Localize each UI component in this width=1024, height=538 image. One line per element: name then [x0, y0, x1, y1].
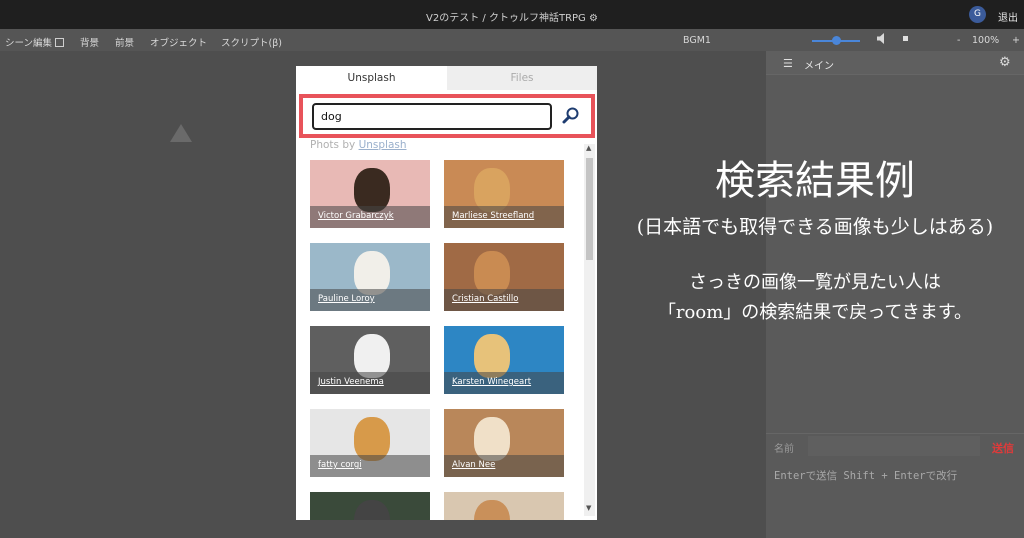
- photographer-link[interactable]: Cristian Castillo: [452, 294, 518, 304]
- chat-name-row: 名前 送信: [766, 433, 1024, 457]
- picker-tabs: Unsplash Files: [296, 66, 597, 90]
- photo-tile[interactable]: [310, 492, 430, 520]
- photographer-link[interactable]: Victor Grabarczyk: [318, 211, 394, 221]
- scroll-down-arrow-icon[interactable]: ▼: [586, 504, 591, 512]
- name-label: 名前: [774, 444, 794, 455]
- chat-message-input[interactable]: Enterで送信 Shift + Enterで改行: [774, 468, 957, 483]
- photo-caption: Marliese Streefland: [444, 206, 564, 228]
- send-button[interactable]: 送信: [992, 440, 1014, 456]
- search-highlight-frame: [299, 94, 595, 138]
- photo-tile[interactable]: [444, 492, 564, 520]
- tab-files[interactable]: Files: [447, 66, 597, 90]
- volume-slider-handle[interactable]: [832, 36, 841, 45]
- room-title: V2のテスト / クトゥルフ神話TRPG ⚙: [426, 13, 598, 24]
- photo-caption: fatty corgi: [310, 455, 430, 477]
- gear-icon[interactable]: ⚙: [999, 55, 1011, 70]
- dog-photo-subject: [474, 500, 510, 520]
- exit-button[interactable]: 退出: [998, 9, 1018, 24]
- credit-prefix: Phots by: [310, 139, 359, 151]
- photo-caption: Justin Veenema: [310, 372, 430, 394]
- scene-edit-label: シーン編集: [5, 38, 53, 49]
- list-icon[interactable]: ☰: [783, 57, 793, 70]
- annotation-line-2: 「room」の検索結果で戻ってきます。: [657, 302, 973, 323]
- photo-grid: Victor Grabarczyk Marliese Streefland Paul…: [296, 160, 582, 520]
- user-avatar[interactable]: G: [969, 6, 986, 23]
- image-picker-dialog: Unsplash Files Phots by Unsplash Victor …: [296, 66, 597, 520]
- photo-tile[interactable]: Cristian Castillo: [444, 243, 564, 311]
- scene-edit-toggle[interactable]: シーン編集: [5, 35, 65, 49]
- annotation-subtitle: (日本語でも取得できる画像も少しはある): [636, 216, 994, 238]
- menu-script[interactable]: スクリプト(β): [221, 35, 282, 49]
- speaker-icon[interactable]: [877, 33, 886, 47]
- photographer-link[interactable]: Alvan Nee: [452, 460, 495, 470]
- photo-tile[interactable]: fatty corgi: [310, 409, 430, 477]
- search-icon: [562, 107, 579, 124]
- photo-caption: Cristian Castillo: [444, 289, 564, 311]
- chat-header: ☰ メイン ⚙: [766, 51, 1024, 75]
- unsplash-link[interactable]: Unsplash: [359, 139, 407, 151]
- chat-panel: ☰ メイン ⚙ 名前 送信 Enterで送信 Shift + Enterで改行: [766, 51, 1024, 538]
- photo-tile[interactable]: Pauline Loroy: [310, 243, 430, 311]
- scene-marker-icon: [170, 124, 192, 142]
- photo-caption: Victor Grabarczyk: [310, 206, 430, 228]
- zoom-in-button[interactable]: +: [1012, 35, 1020, 46]
- stop-icon[interactable]: [903, 36, 908, 41]
- menu-bar: シーン編集 背景 前景 オブジェクト スクリプト(β) BGM1 - 100% …: [0, 29, 1024, 51]
- photo-caption: Alvan Nee: [444, 455, 564, 477]
- photographer-link[interactable]: Karsten Winegeart: [452, 377, 531, 387]
- search-input[interactable]: [312, 103, 552, 130]
- zoom-out-button[interactable]: -: [957, 35, 960, 46]
- tab-unsplash[interactable]: Unsplash: [296, 66, 447, 90]
- photo-tile[interactable]: Marliese Streefland: [444, 160, 564, 228]
- photographer-link[interactable]: fatty corgi: [318, 460, 362, 470]
- photo-caption: Karsten Winegeart: [444, 372, 564, 394]
- photo-caption: Pauline Loroy: [310, 289, 430, 311]
- chat-channel-name[interactable]: メイン: [804, 57, 834, 72]
- photo-tile[interactable]: Alvan Nee: [444, 409, 564, 477]
- menu-background[interactable]: 背景: [80, 35, 99, 49]
- scene-edit-checkbox[interactable]: [55, 38, 65, 47]
- name-input[interactable]: [808, 436, 980, 456]
- photo-tile[interactable]: Victor Grabarczyk: [310, 160, 430, 228]
- annotation-title: 検索結果例: [715, 158, 915, 204]
- photo-tile[interactable]: Karsten Winegeart: [444, 326, 564, 394]
- scroll-thumb[interactable]: [586, 158, 593, 260]
- photographer-link[interactable]: Pauline Loroy: [318, 294, 375, 304]
- scroll-up-arrow-icon[interactable]: ▲: [586, 144, 591, 152]
- annotation-line-1: さっきの画像一覧が見たい人は: [689, 272, 941, 293]
- photographer-link[interactable]: Justin Veenema: [318, 377, 384, 387]
- bgm-label[interactable]: BGM1: [683, 35, 711, 46]
- menu-objects[interactable]: オブジェクト: [150, 35, 207, 49]
- menu-foreground[interactable]: 前景: [115, 35, 134, 49]
- zoom-level: 100%: [972, 35, 1000, 46]
- photographer-link[interactable]: Marliese Streefland: [452, 211, 534, 221]
- photo-grid-scrollbar[interactable]: ▲ ▼: [584, 144, 595, 516]
- title-bar: V2のテスト / クトゥルフ神話TRPG ⚙ G 退出: [0, 0, 1024, 29]
- dog-photo-subject: [354, 500, 390, 520]
- search-button[interactable]: [560, 105, 582, 127]
- photo-tile[interactable]: Justin Veenema: [310, 326, 430, 394]
- photo-credit: Phots by Unsplash: [310, 139, 407, 151]
